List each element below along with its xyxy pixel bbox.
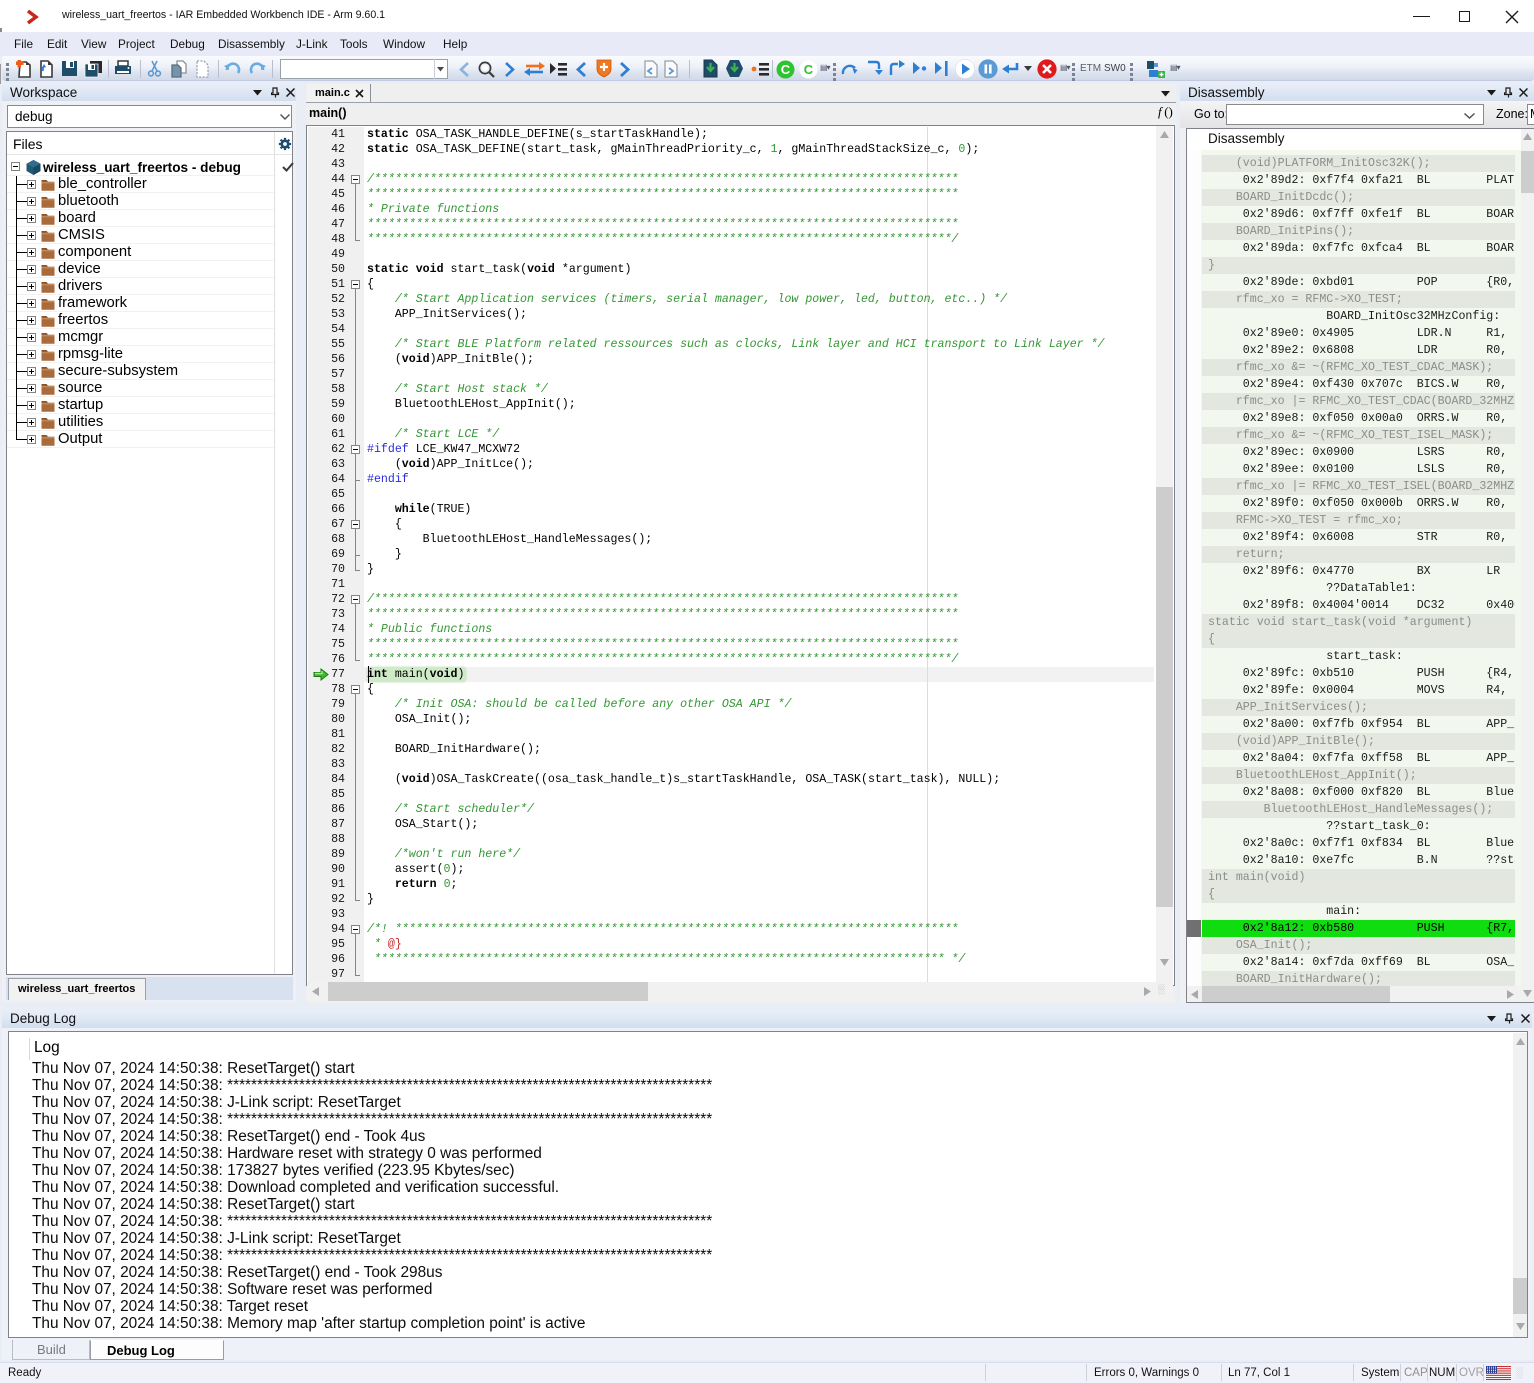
- svg-text:C: C: [804, 62, 814, 77]
- svg-text:C: C: [781, 62, 791, 77]
